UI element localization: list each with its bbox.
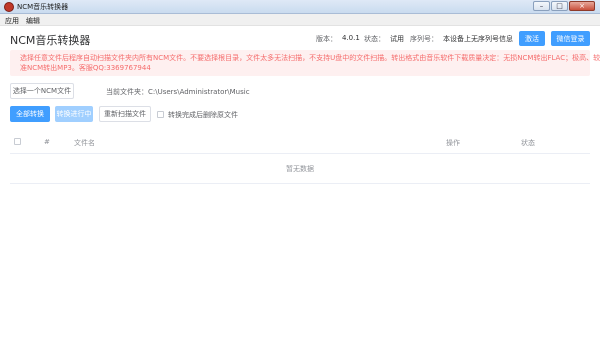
delete-after-convert-checkbox[interactable] bbox=[157, 111, 164, 118]
close-button[interactable]: × bbox=[569, 1, 595, 11]
current-folder-label: 当前文件夹： bbox=[106, 88, 148, 96]
rescan-files-button[interactable]: 重新扫描文件 bbox=[99, 106, 151, 122]
select-all-checkbox[interactable] bbox=[14, 138, 21, 145]
window-controls: – □ × bbox=[533, 1, 595, 11]
maximize-button[interactable]: □ bbox=[551, 1, 568, 11]
column-filename: 文件名 bbox=[74, 139, 95, 147]
window-title: NCM音乐转换器 bbox=[17, 3, 69, 11]
version-label: 版本： bbox=[316, 35, 337, 43]
info-alert: 选择任意文件后程序自动扫描文件夹内所有NCM文件。不要选择根目录，文件太多无法扫… bbox=[10, 50, 600, 76]
column-status: 状态 bbox=[521, 139, 535, 147]
menu-edit[interactable]: 编辑 bbox=[26, 16, 40, 26]
activate-button[interactable]: 激活 bbox=[519, 31, 545, 46]
status-value: 试用 bbox=[390, 35, 404, 43]
serial-value: 本设备上无序列号信息 bbox=[443, 35, 513, 43]
app-icon bbox=[4, 2, 14, 12]
minimize-button[interactable]: – bbox=[533, 1, 550, 11]
wechat-login-button[interactable]: 微信登录 bbox=[551, 31, 590, 46]
window-titlebar: NCM音乐转换器 – □ × bbox=[0, 0, 600, 14]
converting-button: 转换进行中 bbox=[55, 106, 93, 122]
table-header: # 文件名 操作 状态 bbox=[10, 130, 590, 154]
column-action: 操作 bbox=[446, 139, 460, 147]
table-empty-text: 暂无数据 bbox=[10, 154, 590, 184]
page-title: NCM音乐转换器 bbox=[10, 34, 91, 47]
delete-after-convert-label: 转换完成后删除原文件 bbox=[168, 111, 238, 119]
select-ncm-file-button[interactable]: 选择一个NCM文件 bbox=[10, 83, 74, 99]
status-label: 状态： bbox=[364, 35, 385, 43]
current-folder-path: C:\Users\Administrator\Music bbox=[148, 88, 250, 96]
menu-app[interactable]: 应用 bbox=[5, 16, 19, 26]
alert-line-2: 准NCM转出MP3。客服QQ:3369767944 bbox=[20, 64, 151, 72]
convert-all-button[interactable]: 全部转换 bbox=[10, 106, 50, 122]
serial-label: 序列号： bbox=[410, 35, 438, 43]
current-folder: 当前文件夹：C:\Users\Administrator\Music bbox=[106, 87, 250, 97]
column-index: # bbox=[44, 138, 50, 146]
version-value: 4.0.1 bbox=[342, 34, 360, 42]
menu-bar: 应用 编辑 bbox=[0, 14, 600, 26]
alert-line-1: 选择任意文件后程序自动扫描文件夹内所有NCM文件。不要选择根目录，文件太多无法扫… bbox=[20, 54, 600, 62]
